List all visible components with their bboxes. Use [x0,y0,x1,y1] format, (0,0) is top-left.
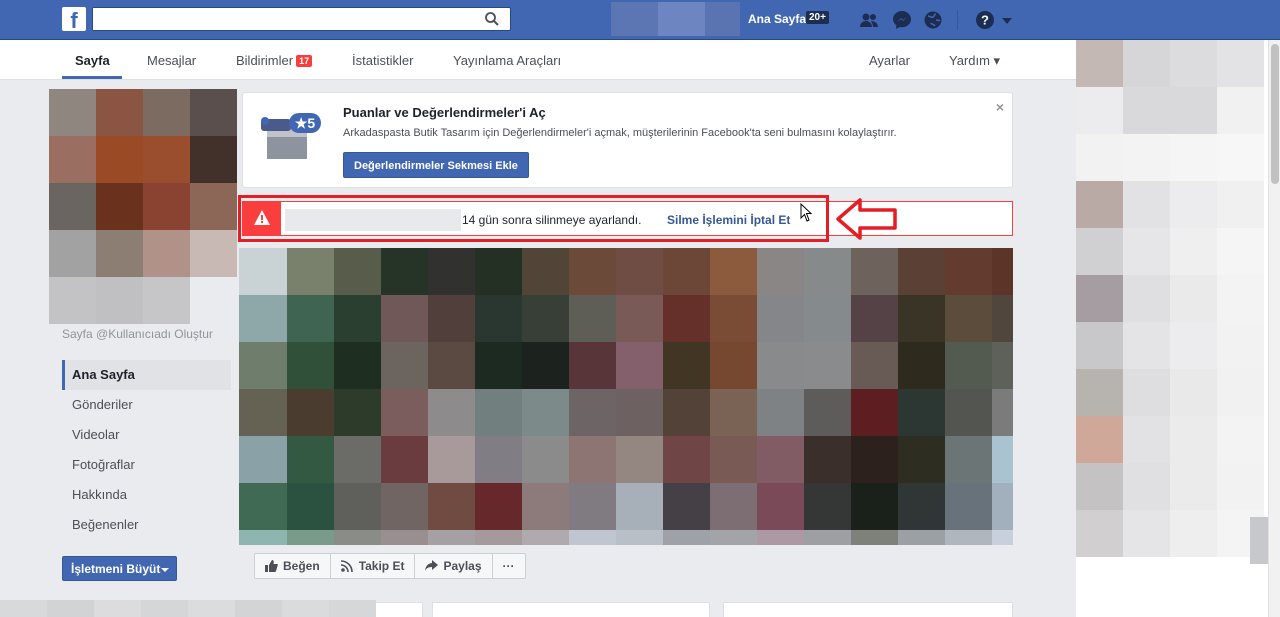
home-count-badge: 20+ [806,11,829,24]
follow-button[interactable]: Takip Et [331,554,416,578]
nav-photos[interactable]: Fotoğraflar [62,450,231,480]
mouse-cursor-icon [800,203,813,222]
share-button[interactable]: Paylaş [415,554,493,578]
tab-notifications-label: Bildirimler [236,53,294,68]
bottom-left-blurred [0,600,376,617]
promo-description: Arkadaspasta Butik Tasarım için Değerlen… [343,127,897,139]
create-username-link[interactable]: Sayfa @Kullanıcıadı Oluştur [62,327,213,341]
like-label: Beğen [283,559,320,573]
nav-posts[interactable]: Gönderiler [62,390,231,420]
help-icon[interactable]: ? [974,9,996,31]
globe-icon[interactable] [922,9,944,31]
profile-thumbnail-blurred [705,2,740,36]
reviews-promo-card: ★5 Puanlar ve Değerlendirmeler'i Aç Arka… [242,92,1013,188]
annotation-highlight-box [238,195,829,242]
thumbs-up-icon [265,560,278,572]
caret-down-icon [161,568,169,572]
close-icon[interactable]: × [996,99,1004,115]
facebook-logo-icon[interactable]: f [62,7,86,31]
tab-page[interactable]: Sayfa [75,53,110,68]
cover-photo-blurred[interactable] [239,248,1013,545]
page-action-bar: Beğen Takip Et Paylaş ··· [254,553,526,579]
reviews-storefront-icon: ★5 [261,113,321,159]
search-input[interactable] [93,8,473,30]
top-bar: f Ana Sayfa 20+ ? [0,0,1280,40]
dropdown-icon[interactable] [999,9,1015,31]
help-menu[interactable]: Yardım ▾ [949,53,1000,69]
profile-thumbnail-blurred [658,2,705,36]
more-options-button[interactable]: ··· [493,554,525,578]
nav-likes[interactable]: Beğenenler [62,510,231,540]
share-label: Paylaş [443,559,482,573]
tab-notifications[interactable]: Bildirimler 17 [236,53,313,68]
card-partial [723,602,1013,617]
tab-insights[interactable]: İstatistikler [352,53,413,68]
tab-publishing-tools[interactable]: Yayınlama Araçları [453,53,561,68]
active-tab-indicator [62,76,122,79]
more-icon: ··· [502,559,515,573]
share-arrow-icon [425,560,439,571]
blurred-edge [1250,517,1268,564]
search-icon[interactable] [484,11,500,27]
page-sub-nav: Sayfa Mesajlar Bildirimler 17 İstatistikl… [0,40,1076,80]
right-sidebar-blurred [1076,40,1268,617]
page-left-nav: Ana Sayfa Gönderiler Videolar Fotoğrafla… [62,360,231,540]
profile-thumbnail-blurred [611,2,658,36]
nav-home[interactable]: Ana Sayfa [62,360,231,390]
tab-messages[interactable]: Mesajlar [147,53,196,68]
nav-videos[interactable]: Videolar [62,420,231,450]
profile-picture-blurred[interactable] [49,89,237,324]
friends-icon[interactable] [858,9,880,31]
grow-business-button[interactable]: İşletmeni Büyüt [62,556,177,581]
promo-title: Puanlar ve Değerlendirmeler'i Aç [343,105,546,120]
card-partial [432,602,710,617]
settings-link[interactable]: Ayarlar [869,53,910,68]
rss-follow-icon [340,560,353,572]
follow-label: Takip Et [358,559,405,573]
svg-text:?: ? [981,13,989,28]
scrollbar-thumb[interactable] [1271,44,1279,184]
messenger-icon[interactable] [891,9,913,31]
like-button[interactable]: Beğen [255,554,331,578]
annotation-arrow-icon [836,198,897,240]
grow-business-label: İşletmeni Büyüt [71,562,161,576]
notification-badge: 17 [296,55,313,67]
home-link[interactable]: Ana Sayfa [748,12,806,26]
nav-about[interactable]: Hakkında [62,480,231,510]
rating-badge-text: ★5 [295,115,316,131]
separator [957,10,958,30]
vertical-scrollbar[interactable] [1268,40,1280,617]
add-reviews-tab-button[interactable]: Değerlendirmeler Sekmesi Ekle [343,152,529,178]
search-box [92,7,511,31]
